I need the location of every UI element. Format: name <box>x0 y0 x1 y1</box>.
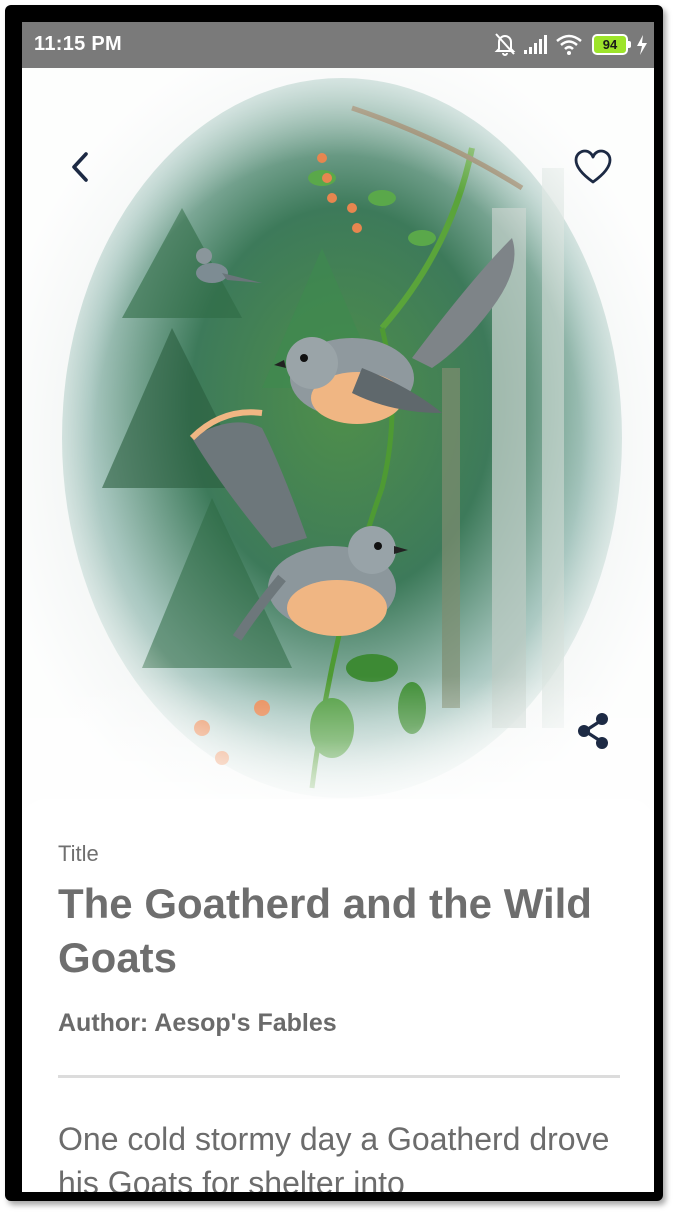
title-label: Title <box>58 841 99 866</box>
story-card: Title The Goatherd and the Wild Goats Au… <box>22 799 654 1192</box>
heart-outline-icon[interactable] <box>573 148 613 186</box>
birds-painting <box>22 68 654 828</box>
charging-icon <box>637 35 647 55</box>
battery-icon: 94 <box>592 34 631 55</box>
mute-bell-icon <box>494 33 516 56</box>
story-title: The Goatherd and the Wild Goats <box>58 880 592 981</box>
story-illustration <box>22 68 654 828</box>
share-icon[interactable] <box>575 711 613 751</box>
story-body: One cold stormy day a Goatherd drove his… <box>58 1121 610 1192</box>
wifi-icon <box>556 34 582 55</box>
app-screen: 11:15 PM 94 Title The Goatherd and the W… <box>22 22 654 1192</box>
signal-icon <box>524 35 547 54</box>
author-line: Author: Aesop's Fables <box>58 1009 337 1037</box>
status-bar: 11:15 PM 94 <box>22 22 654 68</box>
phone-frame: 11:15 PM 94 Title The Goatherd and the W… <box>5 5 663 1201</box>
status-time: 11:15 PM <box>34 33 123 55</box>
chevron-left-icon[interactable] <box>68 150 94 184</box>
divider <box>58 1075 620 1078</box>
